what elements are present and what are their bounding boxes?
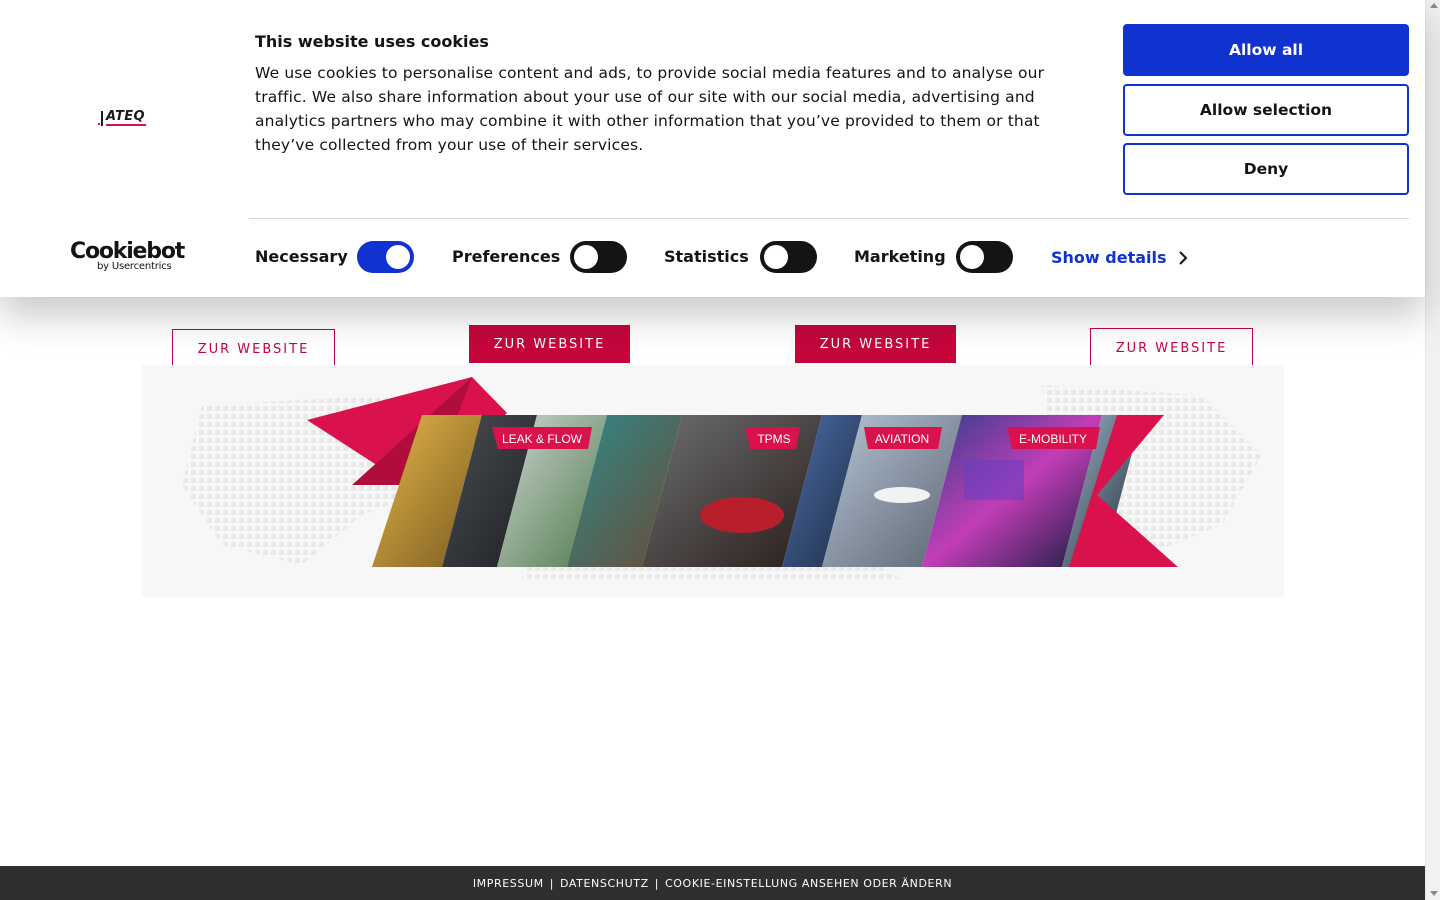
hero-label-leak-flow: LEAK & FLOW	[502, 432, 583, 446]
show-details-link[interactable]: Show details	[1051, 248, 1167, 267]
cookie-banner-title: This website uses cookies	[255, 32, 489, 51]
necessary-toggle[interactable]	[357, 241, 414, 273]
allow-selection-button[interactable]: Allow selection	[1123, 84, 1409, 136]
preferences-toggle[interactable]	[570, 241, 627, 273]
statistics-toggle[interactable]	[760, 241, 817, 273]
zur-website-button-2[interactable]: ZUR WEBSITE	[469, 325, 630, 363]
hero-label-tpms: TPMS	[757, 432, 790, 446]
toggle-knob	[960, 245, 984, 269]
toggle-knob	[574, 245, 598, 269]
footer-link-impressum[interactable]: IMPRESSUM	[473, 877, 544, 890]
footer: IMPRESSUM | DATENSCHUTZ | COOKIE-EINSTEL…	[0, 866, 1425, 900]
scroll-down-arrow-icon[interactable]	[1430, 891, 1438, 896]
hero-banner: LEAK & FLOW TPMS AVIATION E-MOBILITY	[142, 365, 1284, 597]
cookiebot-logo-sub: by Usercentrics	[97, 261, 172, 272]
zur-website-button-4[interactable]: ZUR WEBSITE	[1090, 328, 1253, 368]
chevron-right-icon[interactable]	[1176, 251, 1190, 265]
scroll-up-arrow-icon[interactable]	[1430, 3, 1438, 8]
hero-label-e-mobility: E-MOBILITY	[1019, 432, 1087, 446]
zur-website-button-1[interactable]: ZUR WEBSITE	[172, 329, 335, 369]
toggle-label-necessary: Necessary	[255, 247, 348, 266]
toggle-knob	[764, 245, 788, 269]
toggle-knob	[386, 245, 410, 269]
toggle-label-preferences: Preferences	[452, 247, 561, 266]
footer-link-datenschutz[interactable]: DATENSCHUTZ	[560, 877, 649, 890]
toggle-label-statistics: Statistics	[664, 247, 749, 266]
marketing-toggle[interactable]	[956, 241, 1013, 273]
zur-website-button-3[interactable]: ZUR WEBSITE	[795, 325, 956, 363]
brand-logo-text: ATEQ	[106, 109, 145, 124]
footer-link-cookie-settings[interactable]: COOKIE-EINSTELLUNG ANSEHEN ODER ÄNDERN	[665, 877, 952, 890]
deny-button[interactable]: Deny	[1123, 143, 1409, 195]
cookie-consent-banner: ATEQ This website uses cookies We use co…	[0, 0, 1425, 297]
banner-divider	[249, 218, 1409, 219]
hero-banner-graphic: LEAK & FLOW TPMS AVIATION E-MOBILITY	[142, 365, 1284, 597]
vertical-scrollbar[interactable]	[1425, 0, 1440, 900]
footer-separator: |	[654, 876, 660, 890]
hero-label-aviation: AVIATION	[875, 432, 929, 446]
footer-separator: |	[549, 876, 555, 890]
cookie-banner-description: We use cookies to personalise content an…	[255, 64, 1045, 154]
toggle-label-marketing: Marketing	[854, 247, 946, 266]
allow-all-button[interactable]: Allow all	[1123, 24, 1409, 76]
